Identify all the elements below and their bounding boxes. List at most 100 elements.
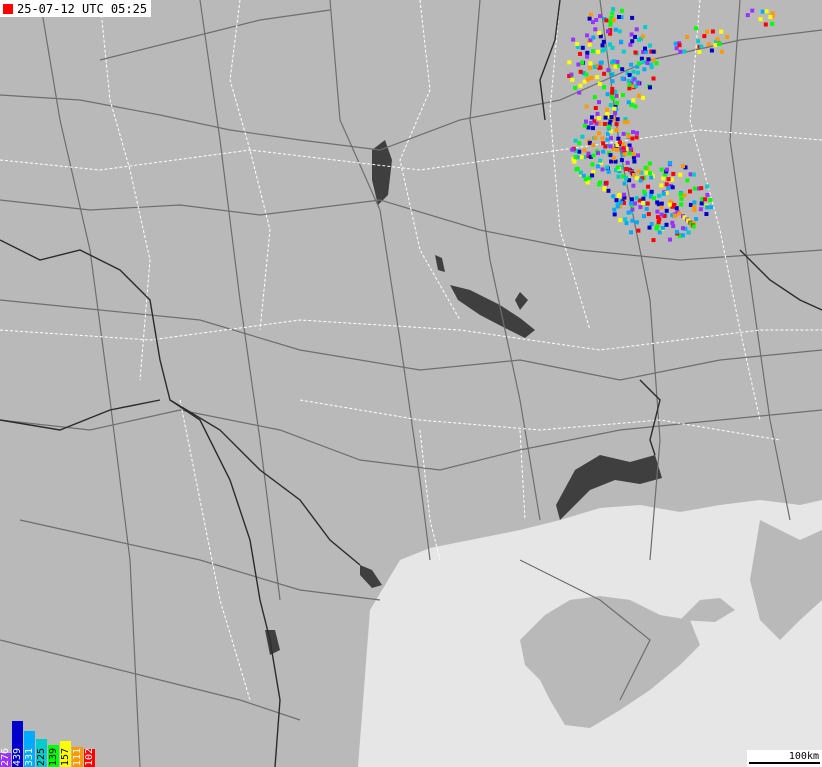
strike-mark — [664, 222, 669, 227]
strike-mark — [591, 126, 595, 131]
strike-mark — [685, 178, 690, 183]
strike-mark — [666, 177, 671, 182]
strike-mark — [691, 224, 696, 229]
strike-mark — [629, 32, 634, 37]
strike-mark — [591, 143, 596, 148]
strike-mark — [679, 202, 684, 207]
strike-mark — [612, 212, 617, 217]
strike-mark — [642, 189, 647, 194]
strike-mark — [601, 39, 606, 44]
legend-label-1: 439 — [12, 747, 23, 766]
strike-mark — [636, 228, 641, 233]
legend-label-3: 225 — [36, 747, 47, 766]
strike-mark — [578, 83, 583, 88]
strike-mark — [631, 183, 636, 188]
strike-mark — [641, 201, 645, 205]
strike-mark — [634, 220, 639, 225]
map[interactable] — [0, 0, 822, 767]
strike-mark — [643, 46, 647, 51]
strike-mark — [625, 160, 630, 165]
strike-mark — [609, 136, 613, 141]
strike-mark — [705, 29, 710, 34]
strike-mark — [758, 17, 763, 22]
strike-mark — [645, 61, 650, 65]
strike-mark — [615, 59, 620, 64]
strike-mark — [590, 115, 594, 120]
strike-mark — [630, 136, 635, 141]
strike-mark — [610, 79, 615, 84]
strike-mark — [704, 212, 709, 216]
strike-mark — [654, 226, 659, 231]
strike-mark — [633, 50, 638, 55]
legend: 276 439 331 225 139 157 111 102 — [0, 719, 98, 767]
strike-mark — [648, 171, 653, 176]
strike-mark — [649, 189, 654, 194]
strike-mark — [597, 131, 602, 136]
strike-mark — [630, 207, 635, 212]
strike-mark — [613, 27, 618, 32]
strike-mark — [579, 155, 584, 160]
strike-mark — [605, 92, 610, 97]
strike-mark — [583, 177, 588, 182]
strike-mark — [609, 94, 614, 99]
strike-mark — [631, 152, 636, 157]
strike-mark — [699, 186, 704, 191]
strike-mark — [685, 35, 690, 39]
strike-mark — [631, 69, 636, 74]
strike-mark — [699, 201, 704, 206]
strike-mark — [646, 57, 651, 62]
strike-mark — [598, 65, 603, 70]
strike-mark — [598, 14, 602, 19]
strike-mark — [627, 151, 632, 156]
strike-mark — [580, 134, 585, 139]
strike-mark — [569, 72, 574, 77]
strike-mark — [577, 141, 582, 146]
strike-mark — [671, 171, 676, 176]
strike-mark — [636, 153, 640, 158]
strike-mark — [614, 198, 619, 203]
strike-mark — [629, 197, 634, 202]
strike-mark — [651, 49, 656, 54]
strike-mark — [659, 205, 664, 210]
strike-mark — [664, 208, 669, 213]
strike-mark — [671, 224, 676, 229]
strike-mark — [622, 152, 627, 157]
strike-mark — [577, 149, 582, 154]
strike-mark — [606, 68, 611, 72]
strike-mark — [705, 205, 710, 210]
legend-label-0: 276 — [0, 747, 11, 766]
strike-mark — [615, 117, 620, 122]
strike-mark — [591, 49, 596, 54]
strike-mark — [598, 180, 603, 185]
strike-mark — [628, 42, 633, 47]
strike-mark — [587, 42, 592, 47]
strike-mark — [578, 69, 583, 74]
strike-mark — [648, 85, 652, 90]
strike-mark — [593, 27, 598, 32]
strike-mark — [699, 44, 704, 49]
strike-mark — [659, 201, 664, 206]
strike-mark — [648, 43, 652, 48]
strike-mark — [610, 90, 615, 95]
strike-mark — [710, 29, 715, 34]
strike-mark — [686, 230, 691, 235]
strike-mark — [582, 123, 587, 128]
strike-mark — [620, 76, 625, 81]
strike-mark — [641, 60, 646, 64]
strike-mark — [636, 93, 641, 98]
strike-mark — [636, 169, 641, 174]
strike-mark — [626, 210, 631, 215]
strike-mark — [681, 226, 685, 231]
strike-mark — [611, 194, 616, 199]
strike-mark — [571, 37, 576, 42]
strike-mark — [682, 49, 687, 54]
strike-mark — [611, 7, 616, 12]
strike-mark — [585, 54, 590, 59]
strike-mark — [618, 218, 623, 223]
strike-mark — [619, 158, 624, 163]
strike-mark — [631, 130, 635, 135]
strike-mark — [626, 78, 631, 83]
strike-mark — [580, 60, 585, 65]
strike-mark — [681, 233, 685, 238]
strike-mark — [616, 136, 621, 141]
